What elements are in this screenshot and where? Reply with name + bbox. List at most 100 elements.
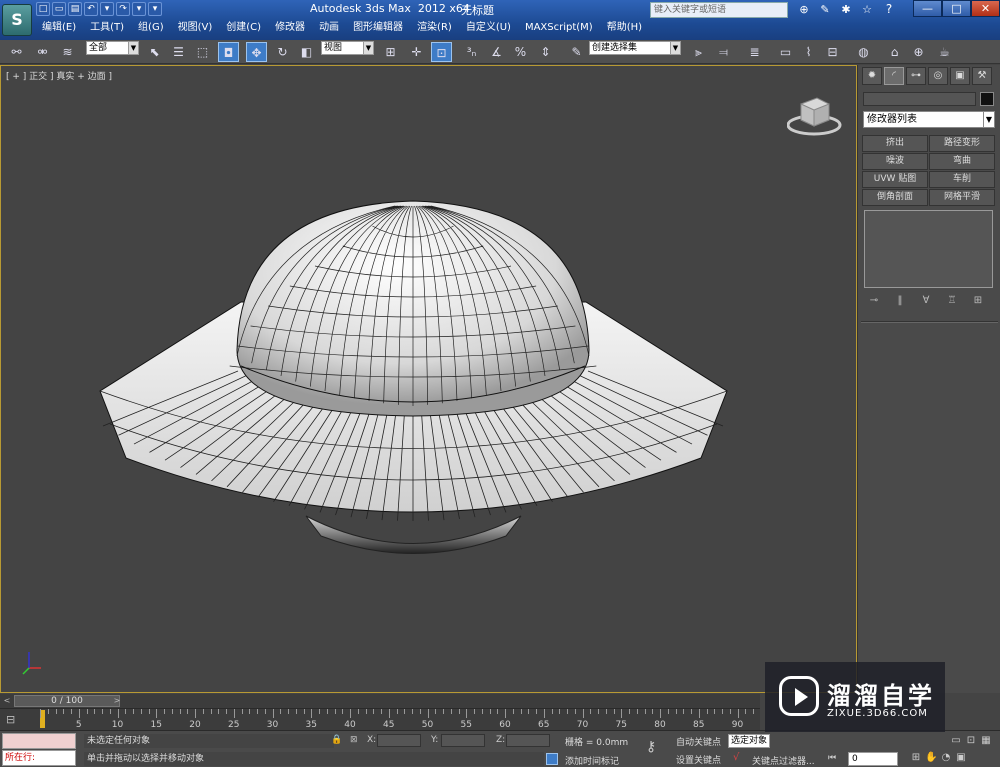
time-slider-thumb[interactable]: 0 / 100 bbox=[14, 695, 120, 707]
customize-toolbar-icon[interactable]: ▾ bbox=[148, 2, 162, 16]
favorites-star-icon[interactable]: ☆ bbox=[858, 2, 876, 17]
render-production-icon[interactable]: ☕ bbox=[934, 42, 955, 62]
maximize-viewport-icon[interactable]: ▣ bbox=[955, 751, 967, 765]
material-editor-icon[interactable]: ◍ bbox=[853, 42, 874, 62]
subscription-icon[interactable]: ✎ bbox=[816, 2, 834, 17]
render-setup-icon[interactable]: ⌂ bbox=[884, 42, 905, 62]
mini-curve-editor-icon[interactable]: ⊟ bbox=[6, 713, 24, 727]
communication-icon[interactable]: ✱ bbox=[837, 2, 855, 17]
modifier-button-meshsmooth[interactable]: 网格平滑 bbox=[929, 189, 995, 206]
bind-space-warp-icon[interactable]: ≋ bbox=[57, 42, 78, 62]
modify-tab-icon[interactable]: ◜ bbox=[884, 67, 904, 85]
keyboard-shortcut-override-icon[interactable]: ⊡ bbox=[431, 42, 452, 62]
binoculars-icon[interactable]: ⊕ bbox=[795, 2, 813, 17]
undo-dropdown-icon[interactable]: ▾ bbox=[100, 2, 114, 16]
z-coordinate-field[interactable] bbox=[506, 734, 550, 747]
menu-graph-editors[interactable]: 图形编辑器 bbox=[353, 20, 403, 36]
save-file-icon[interactable]: ▤ bbox=[68, 2, 82, 16]
zoom-all-icon[interactable]: ⊡ bbox=[965, 734, 977, 748]
select-by-name-icon[interactable]: ☰ bbox=[168, 42, 189, 62]
modifier-stack[interactable] bbox=[864, 210, 993, 288]
redo-icon[interactable]: ↷ bbox=[116, 2, 130, 16]
lock-icon[interactable]: 🔒 bbox=[331, 735, 343, 747]
menu-edit[interactable]: 编辑(E) bbox=[42, 20, 76, 36]
auto-key-button[interactable]: 自动关键点 bbox=[676, 735, 721, 748]
time-tag-icon[interactable] bbox=[546, 753, 558, 765]
set-key-button[interactable]: 设置关键点 bbox=[676, 753, 721, 766]
graphite-ribbon-icon[interactable]: ▭ bbox=[775, 42, 796, 62]
modifier-list-dropdown[interactable]: 修改器列表 ▼ bbox=[863, 111, 995, 128]
select-link-icon[interactable]: ⚯ bbox=[6, 42, 27, 62]
modifier-button-lathe[interactable]: 车削 bbox=[929, 171, 995, 188]
pivot-center-icon[interactable]: ⊞ bbox=[380, 42, 401, 62]
track-bar[interactable]: ⊟ 5 10 15 20 25 30 35 40 45 50 55 60 65 70 75 80 85 90 bbox=[0, 708, 760, 730]
utilities-tab-icon[interactable]: ⚒ bbox=[972, 67, 992, 85]
modifier-button-path-deform[interactable]: 路径变形 bbox=[929, 135, 995, 152]
angle-snap-icon[interactable]: ∡ bbox=[486, 42, 507, 62]
next-frame-icon[interactable]: > bbox=[112, 695, 122, 707]
frame-ruler[interactable]: 5 10 15 20 25 30 35 40 45 50 55 60 65 70 75 80 85 90 bbox=[40, 709, 760, 731]
viewcube-icon[interactable] bbox=[787, 92, 842, 137]
layer-manager-icon[interactable]: ≣ bbox=[744, 42, 765, 62]
percent-snap-icon[interactable]: % bbox=[510, 42, 531, 62]
orbit-icon[interactable]: ◔ bbox=[940, 751, 952, 765]
menu-modifiers[interactable]: 修改器 bbox=[275, 20, 305, 36]
rectangular-selection-icon[interactable]: ⬚ bbox=[192, 42, 213, 62]
current-frame-field[interactable]: 0 bbox=[848, 752, 898, 766]
undo-icon[interactable]: ↶ bbox=[84, 2, 98, 16]
new-file-icon[interactable]: □ bbox=[36, 2, 50, 16]
object-name-field[interactable] bbox=[863, 92, 976, 106]
menu-create[interactable]: 创建(C) bbox=[226, 20, 261, 36]
selection-filter-dropdown[interactable]: 全部 ▼ bbox=[86, 41, 139, 55]
select-manipulate-icon[interactable]: ✛ bbox=[406, 42, 427, 62]
modifier-button-bend[interactable]: 弯曲 bbox=[929, 153, 995, 170]
menu-animation[interactable]: 动画 bbox=[319, 20, 339, 36]
object-color-swatch[interactable] bbox=[980, 92, 994, 106]
curve-editor-icon[interactable]: ⌇ bbox=[798, 42, 819, 62]
close-button[interactable]: ✕ bbox=[971, 0, 1000, 17]
modifier-button-uvw-map[interactable]: UVW 贴图 bbox=[862, 171, 928, 188]
perspective-viewport[interactable]: [ + ] 正交 ] 真实 + 边面 ] bbox=[0, 65, 857, 693]
menu-group[interactable]: 组(G) bbox=[138, 20, 164, 36]
motion-tab-icon[interactable]: ◎ bbox=[928, 67, 948, 85]
field-of-view-icon[interactable]: ▦ bbox=[980, 734, 992, 748]
go-to-start-icon[interactable]: ⏮ bbox=[828, 753, 836, 763]
configure-sets-icon[interactable]: ⊞ bbox=[970, 294, 986, 308]
modifier-button-noise[interactable]: 噪波 bbox=[862, 153, 928, 170]
key-filters-button[interactable]: 关键点过滤器... bbox=[752, 754, 815, 767]
window-crossing-icon[interactable]: ◘ bbox=[218, 42, 239, 62]
show-end-result-icon[interactable]: ‖ bbox=[892, 294, 908, 308]
select-move-icon[interactable]: ✥ bbox=[246, 42, 267, 62]
key-icon[interactable]: ⚷ bbox=[646, 739, 656, 755]
hierarchy-tab-icon[interactable]: ⊶ bbox=[906, 67, 926, 85]
help-icon[interactable]: ? bbox=[879, 2, 899, 17]
ufo-model[interactable] bbox=[1, 66, 856, 692]
mirror-icon[interactable]: ⫸ bbox=[688, 42, 709, 62]
menu-maxscript[interactable]: MAXScript(M) bbox=[525, 20, 593, 36]
key-filter-icon[interactable]: √ bbox=[733, 752, 739, 763]
pin-stack-icon[interactable]: ⊸ bbox=[866, 294, 882, 308]
create-tab-icon[interactable]: ✹ bbox=[862, 67, 882, 85]
modifier-button-bevel-profile[interactable]: 倒角剖面 bbox=[862, 189, 928, 206]
align-icon[interactable]: ⫤ bbox=[713, 42, 734, 62]
named-selection-set-dropdown[interactable]: 创建选择集 ▼ bbox=[589, 41, 681, 55]
maxscript-run-label[interactable]: 所在行: bbox=[2, 750, 76, 766]
menu-rendering[interactable]: 渲染(R) bbox=[417, 20, 452, 36]
pan-view-icon[interactable]: ✋ bbox=[925, 751, 937, 765]
menu-help[interactable]: 帮助(H) bbox=[607, 20, 642, 36]
display-tab-icon[interactable]: ▣ bbox=[950, 67, 970, 85]
modifier-button-extrude[interactable]: 挤出 bbox=[862, 135, 928, 152]
selected-object-dropdown[interactable]: 选定对象 bbox=[728, 734, 770, 748]
redo-dropdown-icon[interactable]: ▾ bbox=[132, 2, 146, 16]
select-rotate-icon[interactable]: ↻ bbox=[272, 42, 293, 62]
select-scale-icon[interactable]: ◧ bbox=[296, 42, 317, 62]
application-menu-button[interactable]: S bbox=[2, 4, 32, 36]
y-coordinate-field[interactable] bbox=[441, 734, 485, 747]
add-time-tag[interactable]: 添加时间标记 bbox=[565, 754, 619, 767]
menu-tools[interactable]: 工具(T) bbox=[90, 20, 124, 36]
reference-coordinate-dropdown[interactable]: 视图 ▼ bbox=[321, 41, 374, 55]
edit-named-selection-icon[interactable]: ✎ bbox=[566, 42, 587, 62]
unlink-icon[interactable]: ⚮ bbox=[32, 42, 53, 62]
x-coordinate-field[interactable] bbox=[377, 734, 421, 747]
previous-frame-icon[interactable]: < bbox=[2, 695, 12, 707]
